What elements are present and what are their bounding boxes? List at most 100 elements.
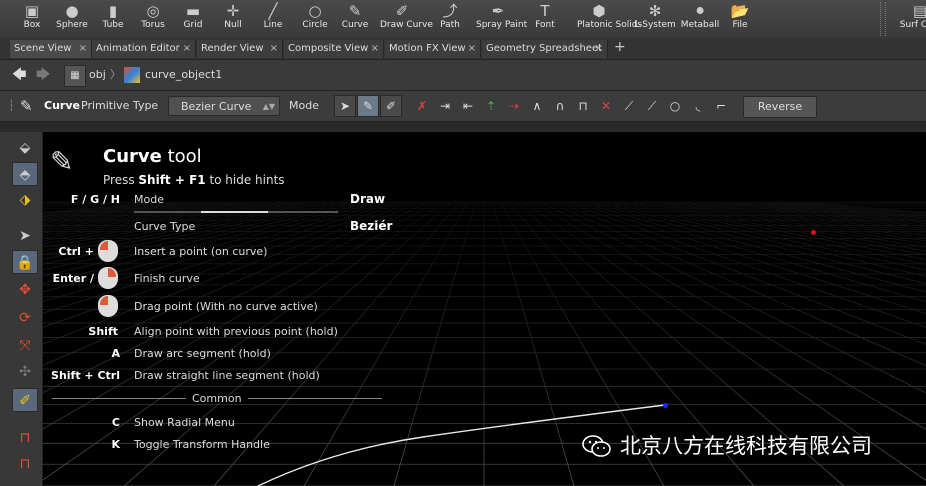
arc-icon[interactable]: ◟ (690, 98, 706, 114)
shelf-tool-label: Torus (141, 20, 165, 30)
shelf-tool-file[interactable]: 📂 File (718, 0, 762, 38)
line-icon: ╱ (268, 2, 278, 20)
move-tool-icon[interactable]: ✥ (12, 278, 38, 302)
reverse-button[interactable]: Reverse (743, 96, 817, 118)
draw-mode-button[interactable]: ✎ (357, 95, 379, 117)
forward-arrow-icon[interactable]: 🡆 (36, 60, 50, 90)
box-icon: ▣ (24, 2, 40, 20)
select-arrow-icon[interactable]: ➤ (12, 224, 38, 248)
smooth-point-icon[interactable]: ∩ (552, 98, 568, 114)
delete-point-icon[interactable]: ✗ (414, 98, 430, 114)
shelf-tool-line[interactable]: ╱ Line (251, 0, 295, 38)
draw-curve-tool-icon[interactable]: ✐ (12, 388, 38, 412)
cut-icon[interactable]: ✕ (598, 98, 614, 114)
tab-close-icon[interactable]: × (79, 40, 87, 58)
tab-motion-fx-view[interactable]: Motion FX View × (385, 40, 481, 58)
shelf-tool-tube[interactable]: ▮ Tube (91, 0, 135, 38)
raise-point-icon[interactable]: ⇡ (483, 98, 499, 114)
tab-close-icon[interactable]: × (183, 40, 191, 58)
shelf-tool-label: Line (263, 20, 283, 30)
surface-collide-icon: ▤ (912, 2, 926, 20)
hint-desc-drag: Drag point (With no curve active) (134, 300, 318, 313)
shelf-tool-label: Font (535, 20, 555, 30)
toolbar-grip-icon: ┆ (8, 99, 15, 112)
common-section-label: Common (192, 392, 242, 405)
shelf-tool-label: Box (23, 20, 41, 30)
shelf-tool-platonic-solids[interactable]: ⬢ Platonic Solids (577, 0, 642, 38)
red-point[interactable] (811, 230, 816, 235)
line-segment-icon[interactable]: ⟋ (644, 98, 660, 114)
hint-desc-mode: Mode (134, 193, 164, 206)
network-context-icon[interactable]: ▦ (64, 65, 86, 87)
shelf-tool-circle[interactable]: ○ Circle (293, 0, 337, 38)
tab-close-icon[interactable]: × (371, 40, 379, 58)
draw-curve-icon: ✐ (395, 2, 409, 20)
left-mouse-icon (98, 240, 118, 262)
wechat-icon (582, 435, 611, 457)
null-icon: ✛ (226, 2, 240, 20)
hint-desc-arc: Draw arc segment (hold) (134, 347, 271, 360)
shelf-tool-curve[interactable]: ✎ Curve (333, 0, 377, 38)
shelf-tool-path[interactable]: ⤴ Path (428, 0, 472, 38)
circle-segment-icon[interactable]: ○ (667, 98, 683, 114)
tab-geometry-spreadsheet[interactable]: Geometry Spreadsheet × (482, 40, 608, 58)
hint-desc-align: Align point with previous point (hold) (134, 325, 338, 338)
shelf-separator (880, 2, 886, 36)
snap-magnet-icon[interactable]: ⊓ (12, 426, 38, 450)
back-arrow-icon[interactable]: 🡄 (12, 60, 26, 90)
shelf-tool-draw-curve[interactable]: ✐ Draw Curve (380, 0, 433, 38)
align-end-icon[interactable]: ⇤ (460, 98, 476, 114)
path-bar: 🡄 🡆 ▦ obj 〉 curve_object1 (0, 60, 926, 91)
tab-composite-view[interactable]: Composite View × (284, 40, 384, 58)
shelf-tool-spray-paint[interactable]: ✒ Spray Paint (476, 0, 527, 38)
hint-desc-radial: Show Radial Menu (134, 416, 235, 429)
edit-mode-button[interactable]: ✐ (380, 95, 402, 117)
move-point-icon[interactable]: ⇢ (506, 98, 522, 114)
shelf-tool-sphere[interactable]: ● Sphere (50, 0, 94, 38)
shelf-tool-grid[interactable]: ▬ Grid (171, 0, 215, 38)
curve-endpoint[interactable] (663, 403, 668, 408)
select-mode-button[interactable]: ➤ (334, 95, 356, 117)
pose-tool-icon[interactable]: ⬗ (12, 188, 38, 212)
shelf-tool-font[interactable]: T Font (523, 0, 567, 38)
tab-close-icon[interactable]: × (270, 40, 278, 58)
rotate-tool-icon[interactable]: ⟳ (12, 306, 38, 330)
corner-point-icon[interactable]: ∧ (529, 98, 545, 114)
shelf-tool-metaball[interactable]: ⚫ Metaball (678, 0, 722, 38)
snap-options-icon[interactable]: ⊓ (12, 452, 38, 476)
path-context[interactable]: obj (89, 60, 106, 90)
hint-key-k: K (111, 438, 120, 451)
handle-tool-icon[interactable]: ⬘ (12, 162, 38, 186)
circle-icon: ○ (308, 2, 322, 20)
tab-close-icon[interactable]: × (595, 40, 603, 58)
tab-label: Motion FX View (389, 43, 466, 54)
tab-close-icon[interactable]: × (468, 40, 476, 58)
view-tool-icon[interactable]: ⬙ (12, 136, 38, 160)
tab-scene-view[interactable]: Scene View × (10, 40, 92, 58)
toolbar-scroll-strip (0, 122, 926, 132)
align-start-icon[interactable]: ⇥ (437, 98, 453, 114)
path-node[interactable]: curve_object1 (145, 60, 222, 90)
shelf-tool-label: Curve (341, 20, 369, 30)
scale-tool-icon[interactable]: ⤧ (12, 334, 38, 358)
lock-icon[interactable]: 🔒 (12, 250, 38, 274)
shelf-tool-null[interactable]: ✛ Null (211, 0, 255, 38)
shelf-tool-surf-colli[interactable]: ▤Surf Colli (898, 0, 926, 38)
corner-icon[interactable]: ⌐ (713, 98, 729, 114)
add-tab-button[interactable]: + (614, 39, 626, 55)
shelf-tool-l-system[interactable]: ✻ L-System (633, 0, 677, 38)
dropdown-arrows-icon: ▲▼ (262, 102, 275, 111)
mode-slider (134, 211, 338, 213)
tab-label: Composite View (288, 43, 369, 54)
transform-disabled-icon: ✣ (19, 364, 31, 380)
shelf-tool-torus[interactable]: ◎ Torus (131, 0, 175, 38)
watermark-text: 北京八方在线科技有限公司 (620, 434, 872, 458)
file-icon: 📂 (730, 2, 750, 20)
straighten-icon[interactable]: ⟋ (621, 98, 637, 114)
tab-render-view[interactable]: Render View × (197, 40, 283, 58)
primitive-type-label: Primitive Type (81, 99, 159, 112)
tab-animation-editor[interactable]: Animation Editor × (92, 40, 196, 58)
shelf-tool-box[interactable]: ▣ Box (10, 0, 54, 38)
break-icon[interactable]: ⊓ (575, 98, 591, 114)
primitive-type-dropdown[interactable]: Bezier Curve ▲▼ (168, 96, 280, 116)
